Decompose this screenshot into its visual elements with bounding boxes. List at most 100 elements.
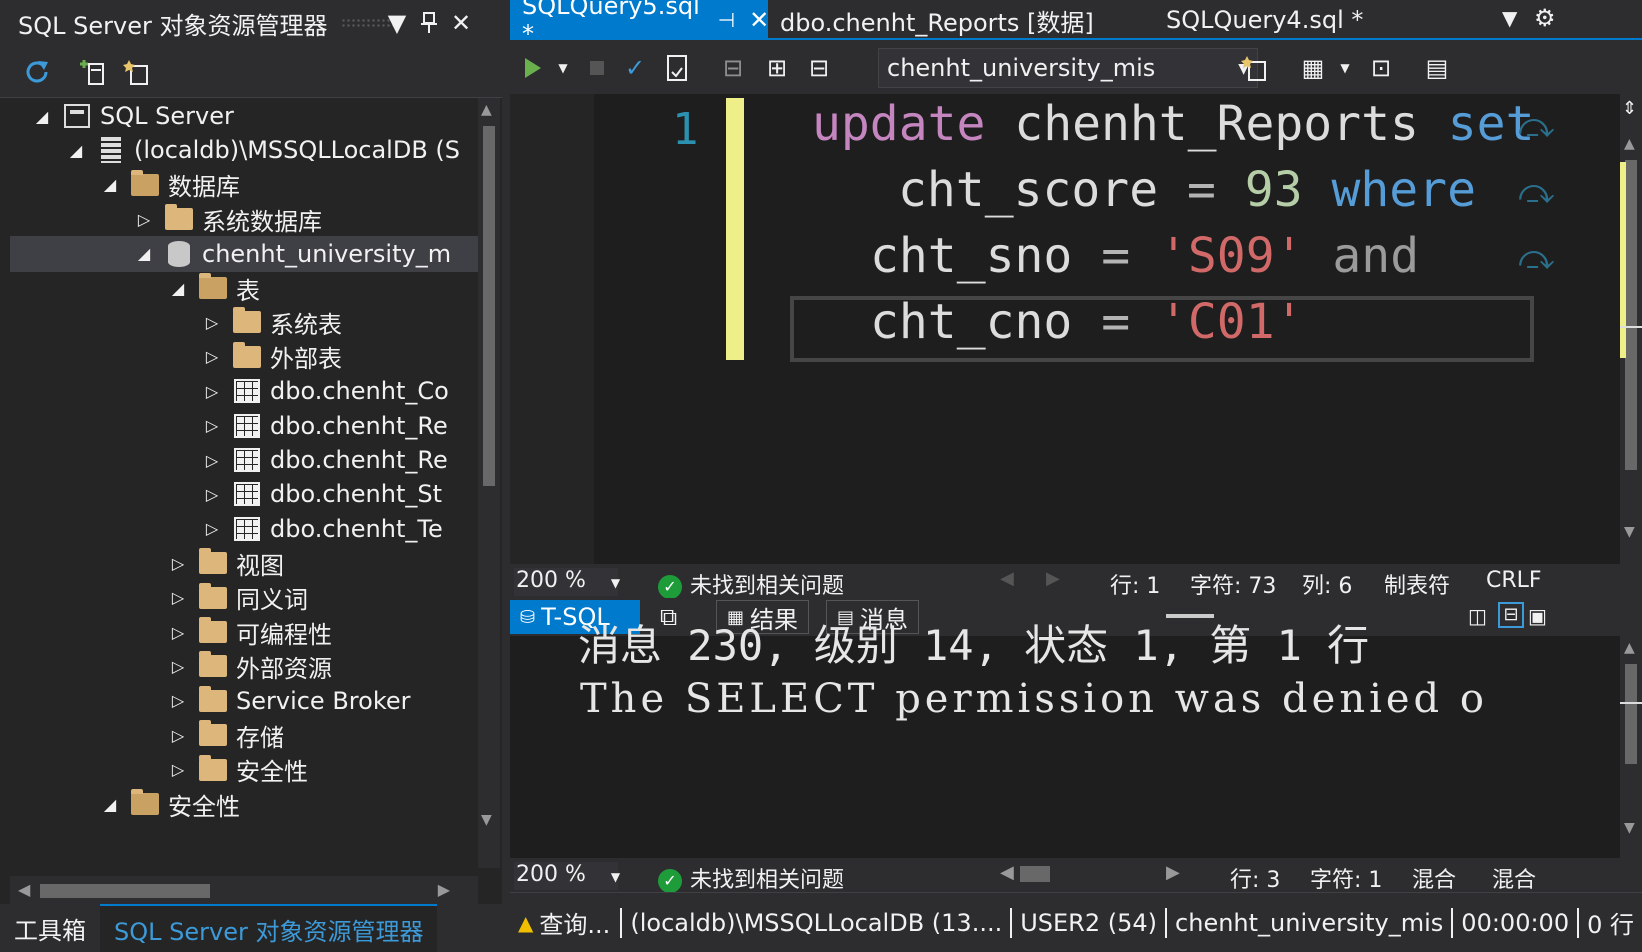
tree-node[interactable]: ◢ 数据库	[10, 167, 480, 203]
scroll-right-icon[interactable]: ▶	[1166, 862, 1180, 883]
tree-node[interactable]: ▷ 可编程性	[10, 614, 480, 650]
expanded-arrow-icon[interactable]: ◢	[100, 795, 120, 814]
h-scroll-thumb[interactable]	[1020, 866, 1050, 882]
tree-node[interactable]: ▷ 安全性	[10, 752, 480, 788]
query-options-icon[interactable]: ⊡	[1364, 50, 1398, 86]
collapsed-arrow-icon[interactable]: ▷	[202, 519, 222, 538]
code-line-1[interactable]: update chenht_Reports set	[812, 96, 1534, 152]
expanded-arrow-icon[interactable]: ◢	[100, 175, 120, 194]
tree-node[interactable]: ▷ Service Broker	[10, 683, 480, 719]
tree-node[interactable]: ◢ 表	[10, 270, 480, 306]
close-icon[interactable]: ✕	[446, 6, 476, 40]
tree-node[interactable]: ▷ 外部资源	[10, 648, 480, 684]
collapsed-arrow-icon[interactable]: ▷	[202, 313, 222, 332]
code-line-2[interactable]: cht_score = 93 where	[898, 162, 1476, 218]
zoom-select[interactable]: 200 % ▼	[514, 862, 620, 890]
issues-indicator[interactable]: ✓ 未找到相关问题	[658, 862, 844, 894]
editor-vertical-scrollbar[interactable]: ⇕ ▲ ▼	[1620, 94, 1642, 564]
tree-node[interactable]: ◢ SQL Server	[10, 98, 480, 134]
scroll-down-icon[interactable]: ▼	[481, 812, 492, 828]
results-grid-icon[interactable]: ▦	[1296, 50, 1330, 86]
expanded-arrow-icon[interactable]: ◢	[134, 244, 154, 263]
settings-gear-icon[interactable]: ⚙	[1534, 4, 1556, 32]
collapsed-arrow-icon[interactable]: ▷	[202, 347, 222, 366]
parse-check-icon[interactable]: ✓	[618, 50, 652, 86]
scroll-thumb[interactable]	[1625, 160, 1637, 470]
collapsed-arrow-icon[interactable]: ▷	[168, 657, 188, 676]
connect-icon[interactable]: ⊟	[716, 50, 750, 86]
scroll-left-icon[interactable]: ◀	[18, 880, 30, 899]
tree-horizontal-scrollbar[interactable]: ◀ ▶	[10, 876, 478, 904]
tree-node[interactable]: ▷ dbo.chenht_Te	[10, 511, 480, 547]
collapsed-arrow-icon[interactable]: ▷	[168, 588, 188, 607]
tree-node[interactable]: ◢ chenht_university_m	[10, 235, 480, 272]
disconnect-icon[interactable]: ⊟	[802, 50, 836, 86]
dropdown-icon[interactable]: ▼	[382, 6, 412, 40]
tab-sqlquery5[interactable]: SQLQuery5.sql * ⊣ ✕	[510, 0, 769, 48]
collapsed-arrow-icon[interactable]: ▷	[168, 623, 188, 642]
tree-node[interactable]: ◢ (localdb)\MSSQLLocalDB (S	[10, 132, 480, 168]
scroll-up-icon[interactable]: ▲	[1624, 640, 1635, 656]
collapsed-arrow-icon[interactable]: ▷	[134, 210, 154, 229]
tree-node[interactable]: ▷ dbo.chenht_Re	[10, 442, 480, 478]
tree-node[interactable]: ▷ dbo.chenht_Co	[10, 373, 480, 409]
expanded-arrow-icon[interactable]: ◢	[66, 141, 86, 160]
tab-reports-data[interactable]: dbo.chenht_Reports [数据]	[768, 0, 1106, 40]
pin-icon[interactable]: ⊣	[718, 8, 735, 32]
change-connection-icon[interactable]: ⊞	[760, 50, 794, 86]
scroll-thumb[interactable]	[1625, 664, 1637, 764]
collapsed-arrow-icon[interactable]: ▷	[202, 382, 222, 401]
scroll-left-icon[interactable]: ◀	[1000, 862, 1014, 883]
scroll-down-icon[interactable]: ▼	[1624, 820, 1635, 836]
tree-node[interactable]: ▷ dbo.chenht_Re	[10, 408, 480, 444]
pin-icon[interactable]	[414, 6, 444, 40]
tree-node[interactable]: ▷ 外部表	[10, 339, 480, 375]
split-editor-icon[interactable]: ⇕	[1622, 98, 1637, 119]
execute-icon[interactable]	[516, 50, 550, 86]
tree-node[interactable]: ▷ dbo.chenht_St	[10, 476, 480, 512]
close-icon[interactable]: ✕	[749, 6, 769, 34]
code-line-3[interactable]: cht_sno = 'S09' and	[870, 228, 1419, 284]
results-dropdown-icon[interactable]: ▼	[1328, 50, 1362, 86]
collapsed-arrow-icon[interactable]: ▷	[202, 416, 222, 435]
nav-right-icon[interactable]: ▶	[1046, 568, 1060, 589]
split-horizontal-icon[interactable]: ⊟	[1498, 602, 1524, 628]
mixed-indicator[interactable]: 混合	[1412, 862, 1456, 894]
nav-left-icon[interactable]: ◀	[1000, 568, 1014, 589]
tab-list-dropdown-icon[interactable]: ▼	[1502, 6, 1517, 30]
scroll-up-icon[interactable]: ▲	[1624, 136, 1635, 152]
tree-node[interactable]: ◢ 安全性	[10, 786, 480, 822]
issues-indicator[interactable]: ✓ 未找到相关问题	[658, 568, 844, 600]
refresh-icon[interactable]	[20, 54, 54, 90]
collapsed-arrow-icon[interactable]: ▷	[202, 451, 222, 470]
results-vertical-scrollbar[interactable]: ▲ ▼	[1620, 636, 1642, 858]
tab-object-explorer[interactable]: SQL Server 对象资源管理器	[100, 904, 438, 952]
tab-toolbox[interactable]: 工具箱	[0, 904, 100, 952]
collapsed-arrow-icon[interactable]: ▷	[168, 554, 188, 573]
tree-node[interactable]: ▷ 系统数据库	[10, 201, 480, 237]
database-select[interactable]: chenht_university_mis ▼	[878, 48, 1258, 88]
tree-node[interactable]: ▷ 同义词	[10, 580, 480, 616]
expanded-arrow-icon[interactable]: ◢	[32, 107, 52, 126]
split-vertical-icon[interactable]: ◫	[1468, 604, 1487, 628]
execute-dropdown-icon[interactable]: ▼	[546, 50, 580, 86]
scroll-up-icon[interactable]: ▲	[481, 102, 492, 118]
tree-vertical-scrollbar[interactable]: ▲ ▼	[478, 98, 500, 868]
new-query-icon[interactable]	[120, 54, 154, 90]
tabs-indicator[interactable]: 制表符	[1384, 568, 1450, 600]
properties-icon[interactable]: ▤	[1420, 50, 1454, 86]
new-query-icon[interactable]	[1238, 50, 1272, 86]
display-plan-icon[interactable]	[660, 50, 694, 86]
collapsed-arrow-icon[interactable]: ▷	[168, 760, 188, 779]
collapsed-arrow-icon[interactable]: ▷	[202, 485, 222, 504]
mixed-indicator-2[interactable]: 混合	[1492, 862, 1536, 894]
code-line-4[interactable]: cht_cno = 'C01'	[870, 294, 1303, 350]
eol-indicator[interactable]: CRLF	[1486, 568, 1542, 593]
tree-node[interactable]: ▷ 存储	[10, 717, 480, 753]
zoom-select[interactable]: 200 % ▼	[514, 568, 620, 596]
tab-sqlquery4[interactable]: SQLQuery4.sql *	[1154, 0, 1375, 40]
tree-node[interactable]: ▷ 系统表	[10, 304, 480, 340]
collapsed-arrow-icon[interactable]: ▷	[168, 726, 188, 745]
scroll-thumb-h[interactable]	[40, 884, 210, 898]
stop-icon[interactable]	[580, 50, 614, 86]
